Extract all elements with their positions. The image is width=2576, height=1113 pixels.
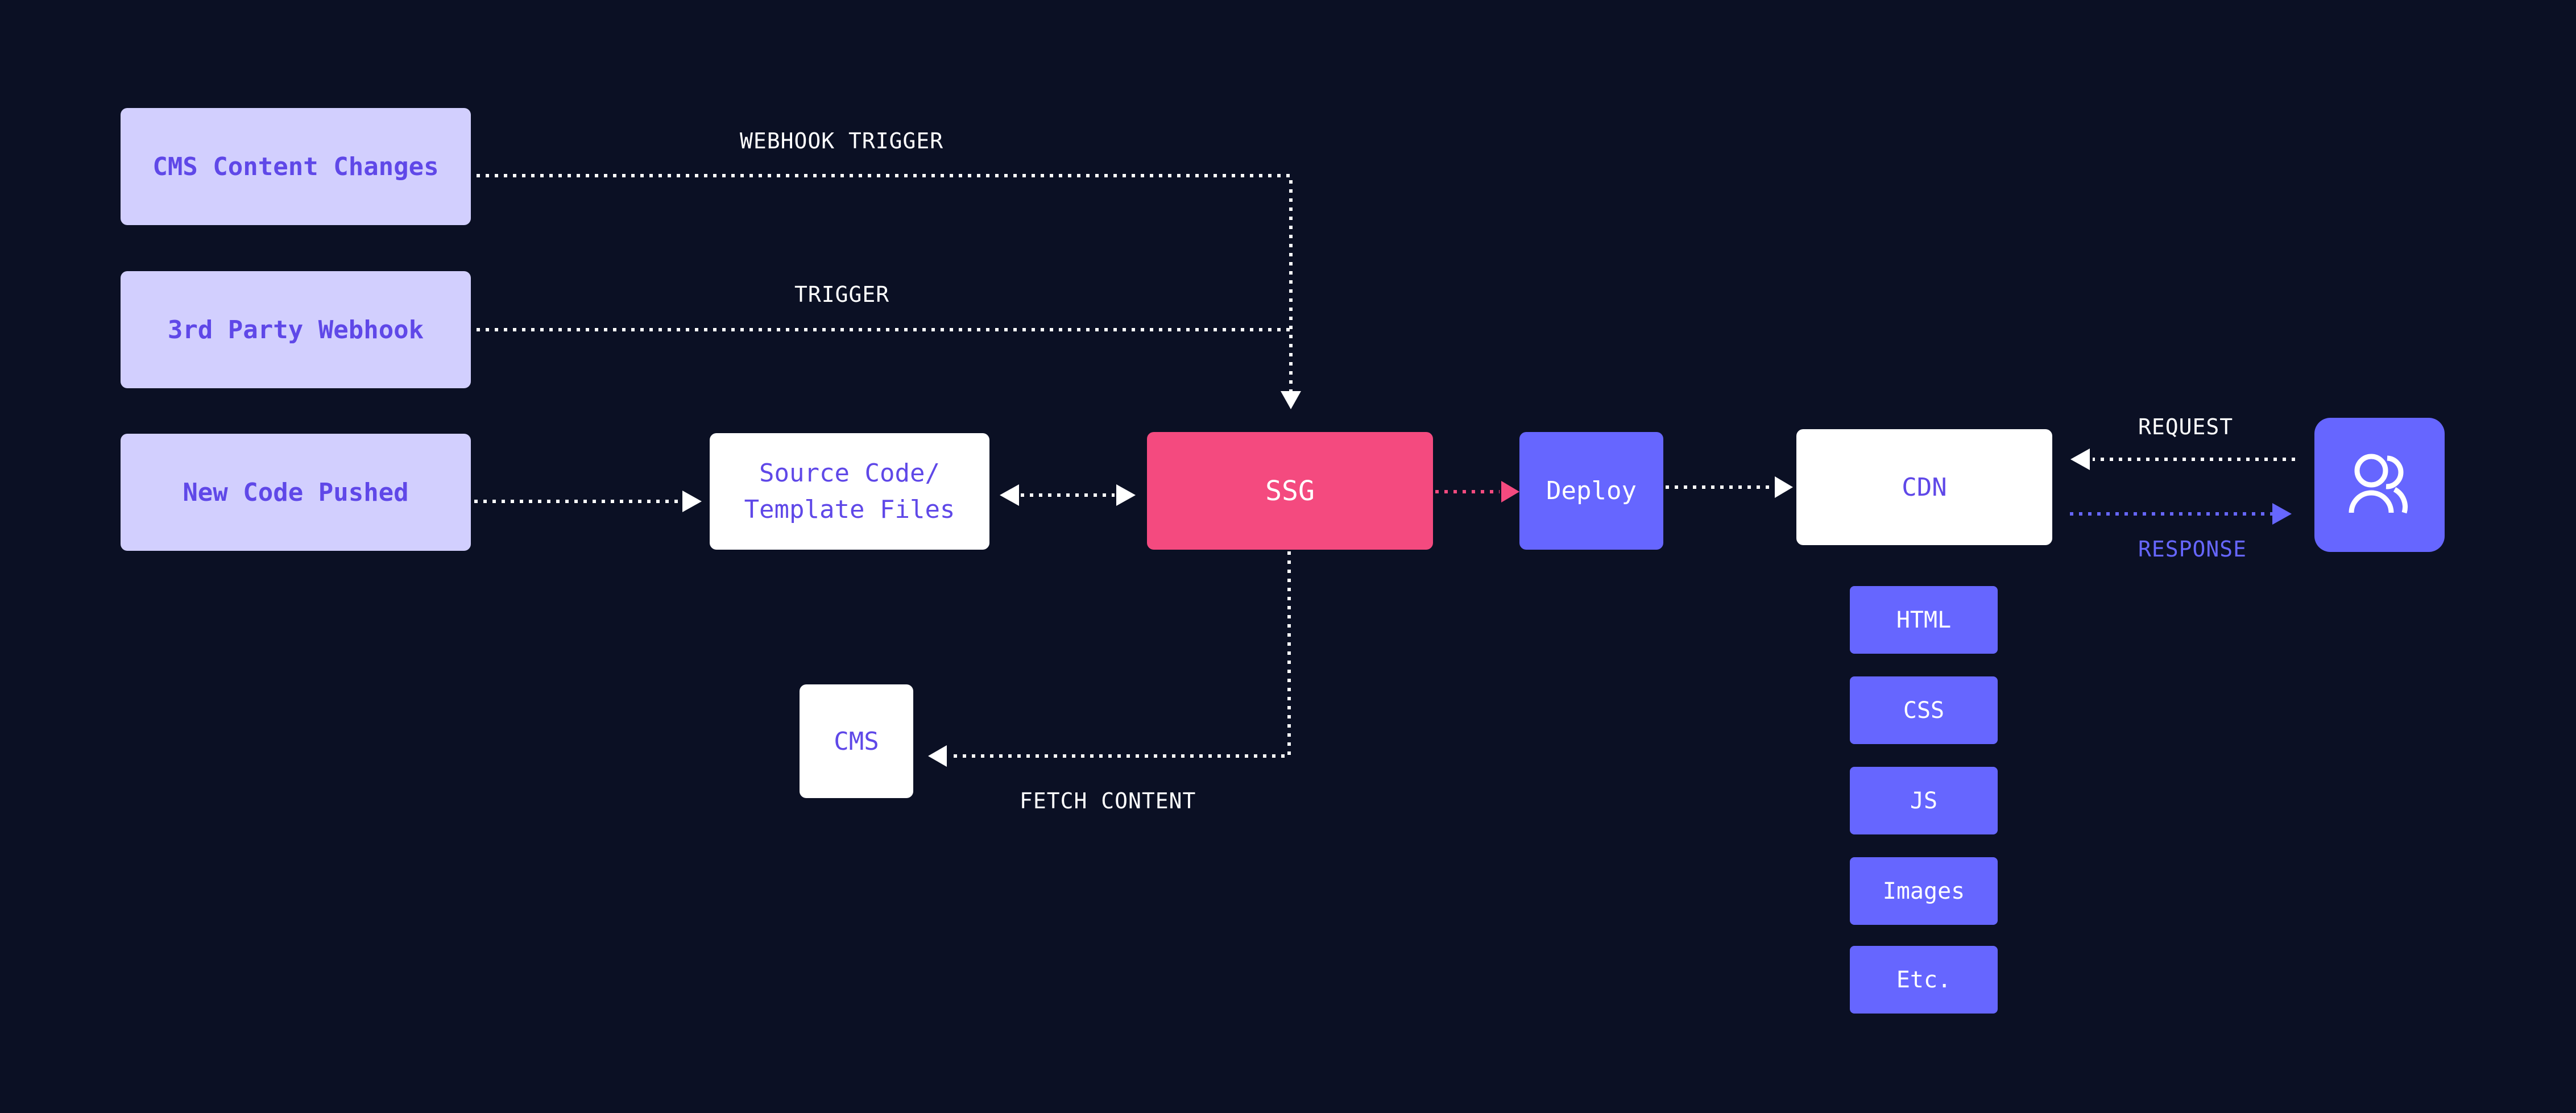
users-icon — [2349, 454, 2408, 514]
arrowhead-down-ssg — [1281, 391, 1301, 409]
asset-label: Etc. — [1896, 966, 1952, 993]
node-users[interactable] — [2314, 418, 2445, 552]
arrowhead-left-cms — [928, 745, 947, 767]
label-fetch-content: FETCH CONTENT — [1020, 788, 1196, 813]
asset-label: JS — [1910, 787, 1938, 814]
asset-label: Images — [1882, 878, 1965, 904]
trigger-new-code-pushed[interactable]: New Code Pushed — [121, 434, 471, 551]
node-source-code[interactable]: Source Code/ Template Files — [710, 433, 989, 550]
trigger-label: New Code Pushed — [183, 477, 409, 507]
asset-html[interactable]: HTML — [1850, 586, 1998, 654]
asset-js[interactable]: JS — [1850, 767, 1998, 834]
deploy-label: Deploy — [1546, 476, 1637, 505]
trigger-cms-content-changes[interactable]: CMS Content Changes — [121, 108, 471, 225]
source-line-1: Source Code/ — [759, 458, 940, 488]
label-trigger: TRIGGER — [794, 282, 890, 307]
label-response: RESPONSE — [2138, 537, 2247, 562]
node-deploy[interactable]: Deploy — [1519, 432, 1663, 550]
asset-images[interactable]: Images — [1850, 857, 1998, 925]
arrowhead-right-user — [2272, 503, 2292, 525]
ssg-label: SSG — [1265, 475, 1315, 507]
node-cdn[interactable]: CDN — [1796, 429, 2052, 545]
arrowhead-right-cdn — [1775, 476, 1793, 498]
cms-label: CMS — [834, 726, 879, 756]
label-request: REQUEST — [2138, 414, 2234, 439]
asset-label: CSS — [1903, 697, 1945, 724]
asset-label: HTML — [1896, 607, 1952, 633]
arrowhead-right-deploy — [1501, 481, 1519, 502]
trigger-label: CMS Content Changes — [152, 152, 439, 181]
source-line-2: Template Files — [744, 495, 955, 524]
arrowhead-left-source — [1000, 484, 1019, 506]
arrowhead-right-source — [682, 491, 702, 512]
asset-etc[interactable]: Etc. — [1850, 946, 1998, 1014]
arrowhead-right-ssg — [1116, 484, 1136, 506]
trigger-3rd-party-webhook[interactable]: 3rd Party Webhook — [121, 271, 471, 388]
arrowhead-left-cdn — [2070, 448, 2090, 470]
cdn-label: CDN — [1902, 472, 1947, 502]
trigger-label: 3rd Party Webhook — [167, 315, 424, 344]
label-webhook-trigger: WEBHOOK TRIGGER — [740, 128, 944, 153]
asset-css[interactable]: CSS — [1850, 676, 1998, 744]
node-ssg[interactable]: SSG — [1147, 432, 1433, 550]
edge-fetch-content — [950, 551, 1291, 758]
node-cms[interactable]: CMS — [800, 684, 913, 798]
